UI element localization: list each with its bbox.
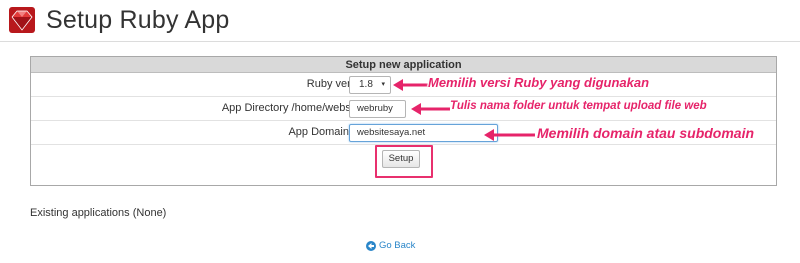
annotation-ruby-version: Memilih versi Ruby yang digunakan bbox=[428, 75, 650, 90]
panel-heading: Setup new application bbox=[31, 57, 776, 73]
page-title: Setup Ruby App bbox=[46, 5, 230, 34]
app-domain-input[interactable]: websitesaya.net bbox=[349, 124, 498, 142]
existing-applications: Existing applications (None) bbox=[30, 207, 167, 219]
annotation-app-directory: Tulis nama folder untuk tempat upload fi… bbox=[450, 100, 707, 112]
annotation-arrow-app-domain bbox=[484, 129, 535, 141]
app-directory-input[interactable]: webruby bbox=[349, 100, 406, 118]
back-arrow-icon bbox=[366, 240, 376, 251]
ruby-version-select[interactable]: 1.8 ▾ bbox=[349, 76, 391, 94]
header-divider bbox=[0, 41, 800, 42]
go-back-link[interactable]: Go Back bbox=[366, 240, 415, 251]
annotation-app-domain: Memilih domain atau subdomain bbox=[537, 125, 755, 141]
annotation-arrow-ruby-version bbox=[393, 79, 428, 91]
ruby-gem-icon bbox=[9, 7, 35, 33]
setup-button-highlight bbox=[375, 145, 433, 178]
chevron-down-icon: ▾ bbox=[381, 81, 385, 88]
page-header: Setup Ruby App bbox=[8, 5, 230, 35]
go-back-label: Go Back bbox=[379, 240, 416, 251]
ruby-version-value: 1.8 bbox=[359, 79, 373, 90]
annotation-arrow-app-directory bbox=[411, 103, 450, 115]
